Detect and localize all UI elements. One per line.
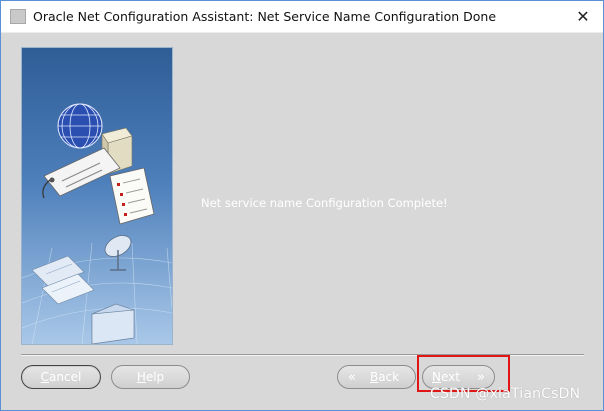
network-wizard-illustration <box>21 47 173 345</box>
wizard-content: Net service name Configuration Complete!… <box>1 33 603 410</box>
back-button-label: Back <box>369 370 400 384</box>
window-title: Oracle Net Configuration Assistant: Net … <box>33 9 497 24</box>
illustration-svg <box>22 48 172 344</box>
globe-icon <box>57 103 103 149</box>
title-bar: Oracle Net Configuration Assistant: Net … <box>1 1 603 33</box>
watermark-text: CSDN @xiaTianCsDN <box>430 386 581 402</box>
close-icon[interactable]: ✕ <box>569 4 597 28</box>
back-button[interactable]: « Back <box>337 365 416 389</box>
cancel-button-label: Cancel <box>40 370 82 384</box>
help-button[interactable]: Help <box>111 365 190 389</box>
help-button-label: Help <box>136 370 165 384</box>
cancel-button[interactable]: Cancel <box>21 365 101 389</box>
back-arrow-icon: « <box>348 369 356 385</box>
wizard-window: Oracle Net Configuration Assistant: Net … <box>0 0 604 411</box>
oracle-app-icon <box>10 9 26 24</box>
completion-message: Net service name Configuration Complete! <box>201 196 448 210</box>
